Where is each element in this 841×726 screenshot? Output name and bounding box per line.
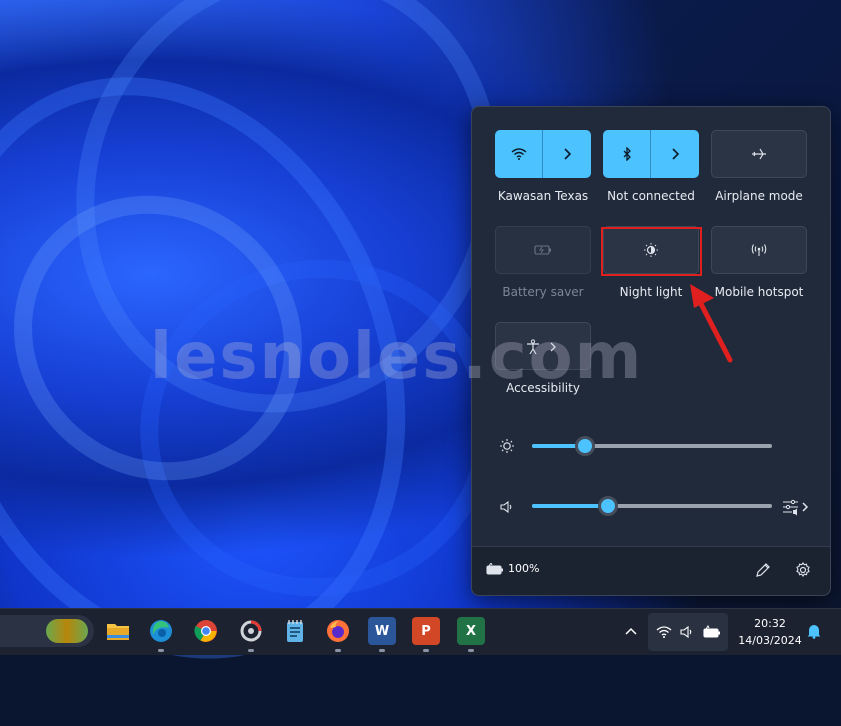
clock-time: 20:32 — [754, 617, 786, 630]
volume-slider[interactable] — [532, 496, 772, 516]
firefox-icon[interactable] — [324, 617, 352, 645]
airplane-mode-label: Airplane mode — [715, 189, 803, 203]
battery-icon — [486, 562, 503, 575]
system-tray-quick-settings-button[interactable] — [648, 613, 728, 651]
speaker-icon — [680, 625, 692, 639]
night-light-highlight-box — [601, 227, 702, 276]
powerpoint-icon[interactable]: P — [412, 617, 440, 645]
annotation-arrow — [690, 284, 733, 363]
wifi-icon — [656, 626, 672, 638]
file-explorer-icon[interactable] — [104, 617, 132, 645]
wifi-expand-chevron-icon[interactable] — [543, 130, 591, 178]
bluetooth-tile[interactable] — [603, 130, 699, 178]
recorder-icon[interactable] — [237, 617, 265, 645]
wifi-tile[interactable] — [495, 130, 591, 178]
edge-icon[interactable] — [147, 617, 175, 645]
system-clock[interactable]: 20:32 14/03/2024 — [732, 615, 808, 649]
gear-icon[interactable] — [794, 561, 812, 579]
bluetooth-icon[interactable] — [603, 130, 650, 178]
battery-saver-icon — [496, 227, 590, 273]
airplane-icon — [712, 131, 806, 177]
bluetooth-expand-chevron-icon[interactable] — [651, 130, 699, 178]
quick-settings-panel: Kawasan Texas Not connected Airplane mod… — [471, 106, 831, 596]
speaker-icon[interactable] — [499, 499, 515, 515]
word-icon[interactable]: W — [368, 617, 396, 645]
brightness-slider-thumb[interactable] — [575, 436, 595, 456]
pencil-icon[interactable] — [754, 561, 772, 579]
widgets-icon — [46, 619, 88, 643]
battery-saver-tile[interactable] — [495, 226, 591, 274]
excel-icon[interactable]: X — [457, 617, 485, 645]
volume-slider-thumb[interactable] — [598, 496, 618, 516]
accessibility-label: Accessibility — [506, 381, 580, 395]
battery-saver-label: Battery saver — [502, 285, 584, 299]
audio-mixer-icon[interactable] — [782, 497, 810, 517]
accessibility-tile[interactable] — [495, 322, 591, 370]
quick-settings-footer: 100% — [472, 546, 830, 595]
airplane-mode-tile[interactable] — [711, 130, 807, 178]
notepad-icon[interactable] — [281, 617, 309, 645]
chrome-icon[interactable] — [192, 617, 220, 645]
brightness-icon — [499, 438, 515, 454]
mobile-hotspot-tile[interactable] — [711, 226, 807, 274]
battery-icon — [703, 625, 720, 638]
clock-date: 14/03/2024 — [738, 634, 802, 647]
show-hidden-icons-chevron-icon[interactable] — [624, 623, 638, 637]
bluetooth-tile-label: Not connected — [607, 189, 695, 203]
wifi-tile-label: Kawasan Texas — [497, 189, 589, 203]
taskbar: W P X 20:32 14/03/2024 — [0, 608, 841, 655]
accessibility-expand-chevron-icon[interactable] — [542, 323, 564, 371]
widgets-button[interactable] — [0, 615, 94, 647]
brightness-slider[interactable] — [532, 436, 772, 456]
battery-status[interactable]: 100% — [486, 562, 539, 575]
hotspot-icon — [712, 227, 806, 273]
wifi-icon[interactable] — [495, 130, 542, 178]
notification-bell-icon[interactable] — [806, 623, 822, 639]
battery-percentage: 100% — [508, 562, 540, 575]
